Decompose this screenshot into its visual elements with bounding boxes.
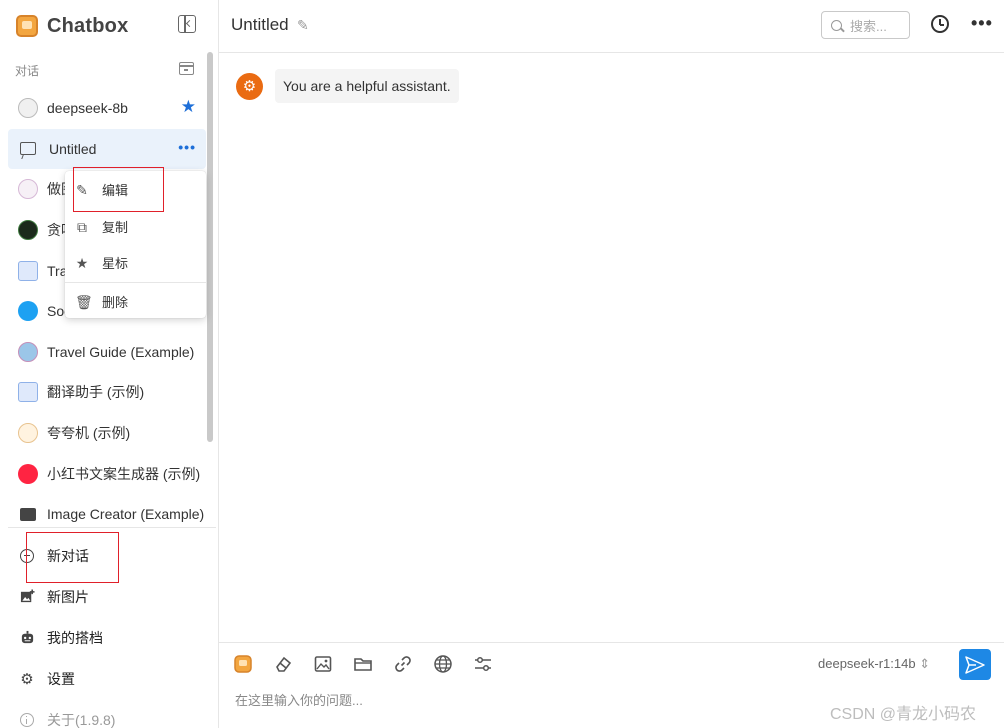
new-chat-label: 新对话 [47,547,89,564]
edit-title-icon[interactable]: ✎ [297,17,309,34]
settings-avatar-icon: ⚙ [236,72,263,100]
link-icon[interactable] [393,654,413,674]
my-copilots-label: 我的搭档 [47,629,103,646]
eraser-icon[interactable] [273,654,293,674]
add-circle-icon [19,548,35,564]
app-name: Chatbox [47,14,129,37]
settings-label: 设置 [47,670,75,687]
sidebar-scrollbar[interactable] [207,52,213,442]
pencil-icon: ✎ [76,181,88,198]
conversation-context-menu: ✎ 编辑 ⧉ 复制 ★ 星标 🗑 删除 [65,171,206,318]
page-title[interactable]: Untitled [231,15,289,35]
model-select[interactable]: deepseek-r1:14b ⇕ [818,656,930,672]
menu-item-label: 星标 [102,256,129,271]
conversation-item[interactable]: 小红书文案生成器 (示例) [8,453,206,494]
gear-icon: ⚙ [20,670,34,688]
conversation-label: Image Creator (Example) [47,506,205,523]
folder-icon[interactable] [353,654,373,674]
twitter-avatar-icon [18,301,38,322]
sidebar-actions: 新对话 新图片 我的搭档 ⚙ 设置 关于(1.9.8) [8,535,206,728]
sidebar-divider [8,527,216,528]
avatar [18,98,38,119]
trash-icon: 🗑 [75,293,93,310]
collapse-sidebar-icon[interactable] [178,15,196,33]
chevron-updown-icon: ⇕ [919,656,931,671]
info-icon [19,712,35,728]
conversation-label: 翻译助手 (示例) [47,384,145,401]
image-avatar-icon [20,507,36,521]
star-icon[interactable]: ★ [181,98,196,115]
copy-icon: ⧉ [77,218,87,235]
search-placeholder: 搜索... [850,18,887,34]
translate-avatar-icon [18,260,38,281]
conversation-item-deepseek-8b[interactable]: deepseek-8b ★ [8,88,206,129]
conversation-item[interactable]: 夸夸机 (示例) [8,413,206,454]
more-options-icon[interactable]: ••• [971,13,993,34]
chatbox-tool-icon[interactable] [233,654,253,674]
conversation-label: 夸夸机 (示例) [47,425,131,442]
new-image-label: 新图片 [47,588,89,605]
search-input[interactable]: 搜索... [821,11,910,39]
robot-icon [19,630,35,646]
new-image-button[interactable]: 新图片 [8,576,206,617]
about-label: 关于(1.9.8) [47,711,116,728]
chatbox-logo-icon [16,15,38,37]
avatar [18,179,38,200]
system-message: ⚙ You are a helpful assistant. [236,69,459,103]
add-photo-icon [19,589,35,605]
globe-avatar-icon [18,341,38,362]
star-icon: ★ [75,254,89,271]
menu-item-label: 删除 [102,295,129,310]
sidebar: Chatbox 对话 deepseek-8b ★ Untitled ••• 做图… [0,0,219,728]
model-name: deepseek-r1:14b [818,656,916,671]
send-button[interactable] [959,649,991,680]
menu-item-label: 复制 [102,220,129,235]
system-message-text[interactable]: You are a helpful assistant. [275,69,459,103]
conversation-item[interactable]: 翻译助手 (示例) [8,372,206,413]
conversation-item[interactable]: Travel Guide (Example) [8,332,206,373]
xiaohongshu-avatar-icon [18,463,38,484]
avatar [18,220,38,241]
brand: Chatbox [16,12,128,40]
image-icon[interactable] [313,654,333,674]
conversation-item[interactable]: Image Creator (Example) [8,494,206,535]
globe-icon[interactable] [433,654,453,674]
translate-avatar-icon [18,382,38,403]
menu-item-delete[interactable]: 🗑 删除 [65,283,206,320]
search-icon [831,19,842,31]
conversation-label: Travel Guide (Example) [47,343,195,360]
chat-header: Untitled ✎ 搜索... ••• [219,0,1004,53]
history-icon[interactable] [931,15,949,33]
my-copilots-button[interactable]: 我的搭档 [8,617,206,658]
message-input[interactable]: 在这里输入你的问题... [235,690,363,709]
settings-sliders-icon[interactable] [473,654,493,674]
avatar [18,423,38,444]
menu-item-star[interactable]: ★ 星标 [65,244,206,281]
chat-bubble-icon [20,142,36,156]
about-button[interactable]: 关于(1.9.8) [8,699,206,728]
menu-item-copy[interactable]: ⧉ 复制 [65,208,206,245]
new-chat-button[interactable]: 新对话 [8,535,206,576]
send-icon [965,655,985,674]
conversation-label: 小红书文案生成器 (示例) [47,465,201,482]
watermark: CSDN @青龙小码农 [830,706,977,723]
conversations-section-label: 对话 [15,64,40,78]
menu-item-label: 编辑 [102,183,129,198]
menu-item-edit[interactable]: ✎ 编辑 [65,171,206,208]
archive-icon[interactable] [178,62,194,75]
conversation-item-untitled[interactable]: Untitled ••• [8,128,206,170]
more-options-icon[interactable]: ••• [178,140,196,154]
settings-button[interactable]: ⚙ 设置 [8,658,206,699]
